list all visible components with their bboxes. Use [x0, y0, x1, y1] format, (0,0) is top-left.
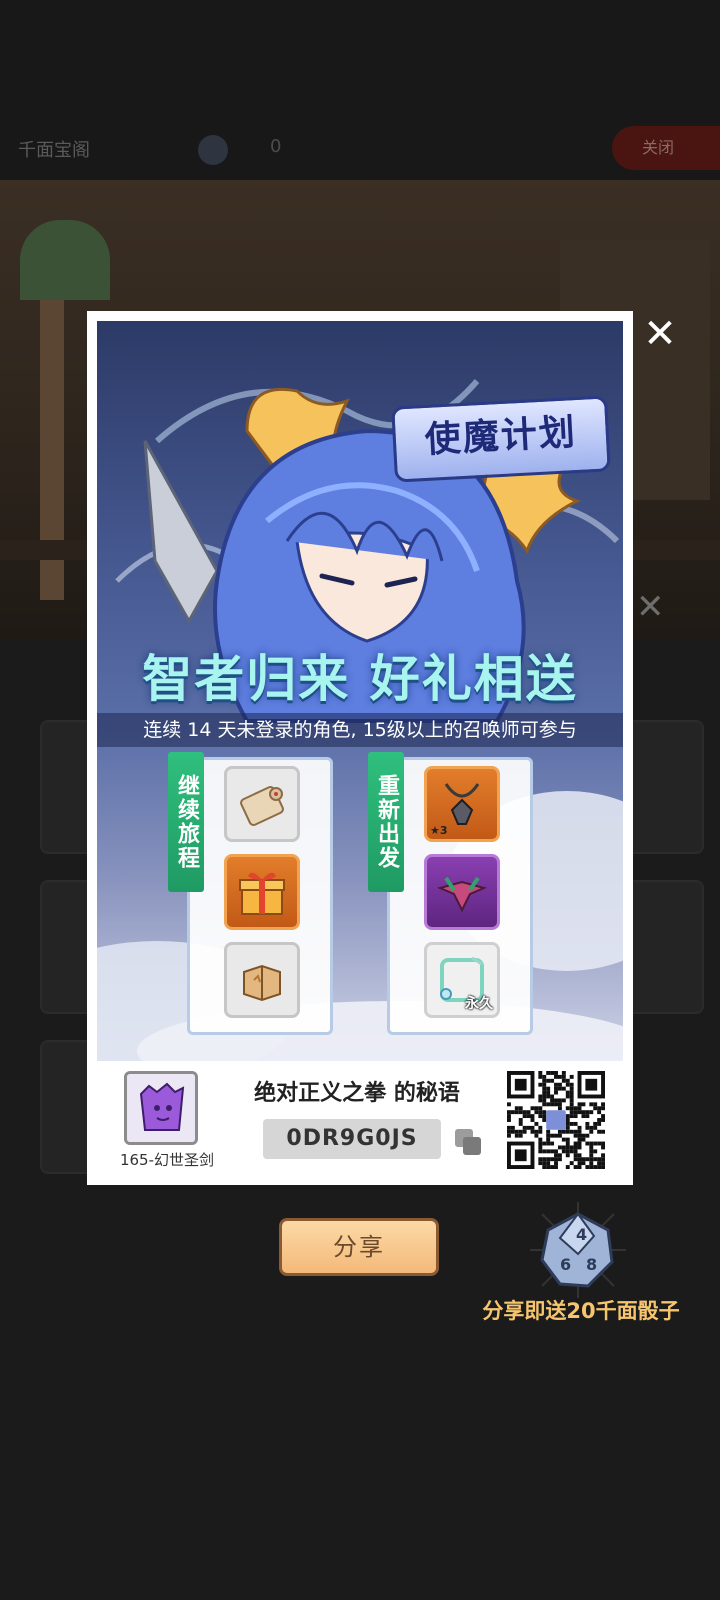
background-header-title: 千面宝阁: [18, 140, 90, 161]
gift-box-graphic: [239, 872, 285, 915]
screen: 千面宝阁 0 关闭 ✕ 使魔计划 智者归来 好礼相送 连续 14 天未登录的角色…: [0, 0, 720, 1600]
necklace-icon[interactable]: ★3: [424, 766, 500, 842]
avatar-frame-icon[interactable]: 永久: [424, 942, 500, 1018]
svg-text:6: 6: [560, 1255, 571, 1274]
book-graphic: [243, 964, 281, 1002]
scroll-graphic: [240, 786, 284, 826]
reward-panel-continue-journey: 继续旅程: [168, 752, 333, 1035]
event-popup: 使魔计划 智者归来 好礼相送 连续 14 天未登录的角色, 15级以上的召唤师可…: [87, 311, 633, 1185]
crest-graphic: [436, 876, 488, 913]
book-icon[interactable]: [224, 942, 300, 1018]
background-close-tab: 关闭: [612, 126, 720, 170]
coin-count: 0: [270, 136, 282, 157]
crest-icon[interactable]: [424, 854, 500, 930]
coin-icon: [198, 135, 228, 165]
avatar: [124, 1071, 198, 1145]
dice-icon: 4 6 8: [530, 1202, 626, 1298]
close-icon[interactable]: ✕: [640, 314, 680, 354]
permanent-badge: 永久: [465, 996, 493, 1012]
dice-reward-text: 分享即送20千面骰子: [482, 1299, 680, 1323]
item-star-badge: ★3: [430, 824, 448, 837]
secret-code[interactable]: 0DR9G0JS: [263, 1119, 441, 1159]
scroll-icon[interactable]: [224, 766, 300, 842]
copy-icon[interactable]: [453, 1127, 483, 1157]
svg-text:8: 8: [586, 1255, 597, 1274]
background-close-icon: ✕: [636, 587, 665, 627]
event-headline: 智者归来 好礼相送: [142, 650, 578, 708]
game-logo: 使魔计划: [391, 395, 611, 483]
avatar-caption: 165-幻世圣剑: [119, 1151, 215, 1169]
qr-code-icon: [507, 1071, 605, 1169]
reward-panel-restart: 重新出发 ★3 永久: [368, 752, 533, 1035]
popup-footer: 165-幻世圣剑 绝对正义之拳 的秘语 0DR9G0JS: [87, 1061, 633, 1185]
event-subtitle: 连续 14 天未登录的角色, 15级以上的召唤师可参与: [97, 713, 623, 747]
secret-code-title: 绝对正义之拳 的秘语: [254, 1081, 460, 1106]
event-poster: 使魔计划 智者归来 好礼相送 连续 14 天未登录的角色, 15级以上的召唤师可…: [97, 321, 623, 1061]
purple-monster-avatar-icon: [127, 1074, 195, 1142]
svg-text:4: 4: [576, 1225, 587, 1244]
panel-ribbon-continue-journey: 继续旅程: [168, 752, 204, 892]
share-button[interactable]: 分享: [279, 1218, 439, 1276]
background-header: 千面宝阁 0 关闭: [0, 0, 720, 180]
panel-ribbon-restart: 重新出发: [368, 752, 404, 892]
gift-box-icon[interactable]: [224, 854, 300, 930]
